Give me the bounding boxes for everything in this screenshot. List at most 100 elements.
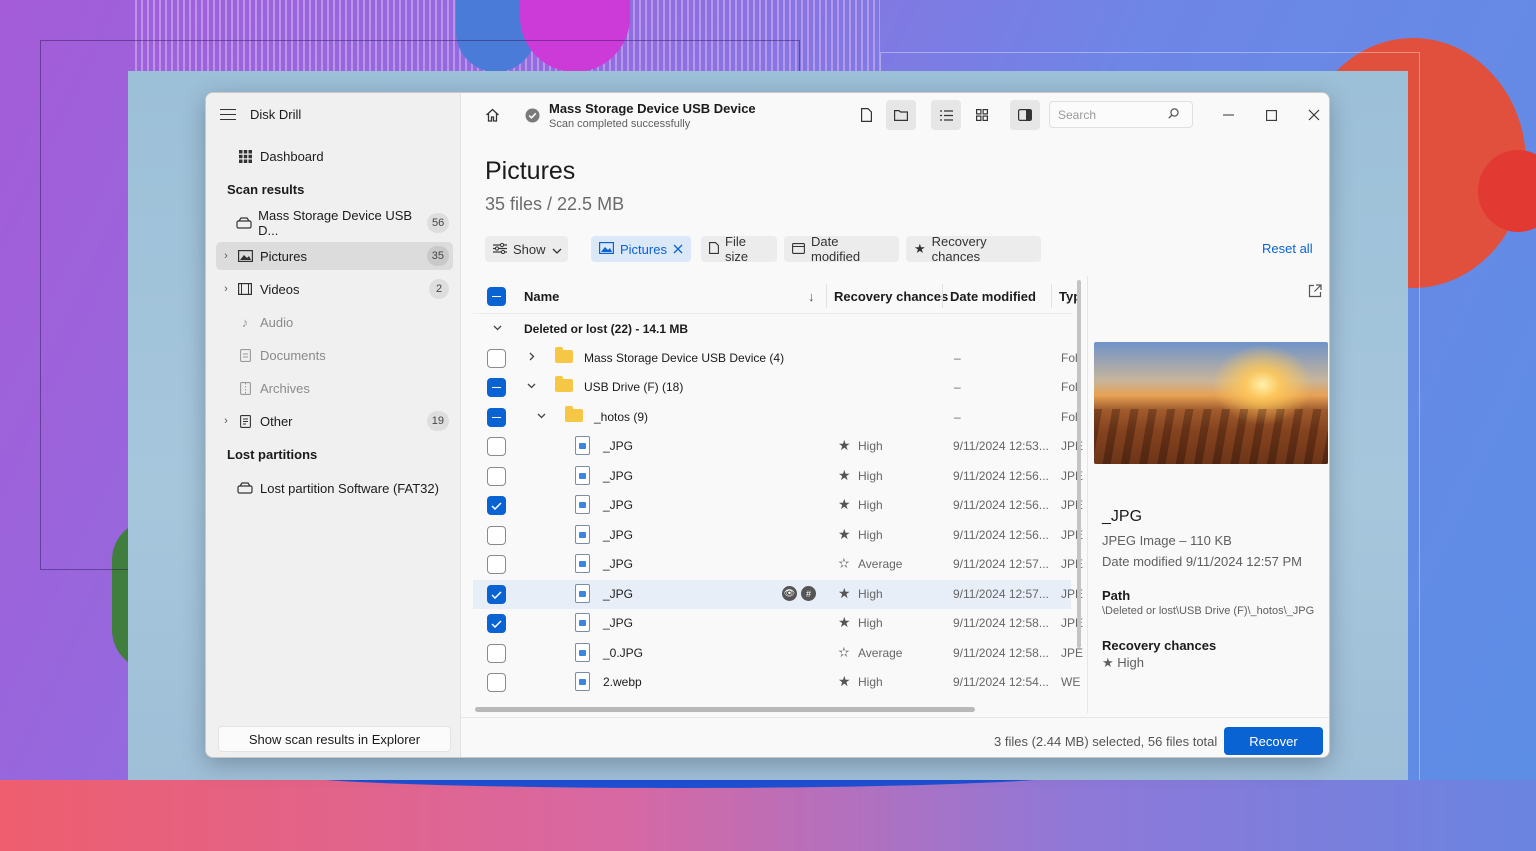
chevron-down-icon[interactable] (527, 381, 536, 392)
file-size-filter[interactable]: File size (701, 234, 777, 264)
horizontal-scrollbar[interactable] (475, 707, 975, 712)
table-row[interactable]: Mass Storage Device USB Device (4) – Fol (473, 344, 1078, 373)
table-row[interactable]: _JPG ★ High 9/11/2024 12:53... JPE (473, 432, 1083, 461)
row-checkbox[interactable] (487, 496, 506, 515)
preview-pane-icon[interactable] (1010, 100, 1040, 130)
image-file-icon (575, 672, 590, 691)
name-column-header[interactable]: Name (524, 289, 559, 304)
sidebar-item-documents[interactable]: Documents (216, 341, 453, 369)
hash-icon[interactable]: # (801, 586, 816, 601)
table-row[interactable]: _JPG ★ High 9/11/2024 12:56... JPE (473, 491, 1083, 520)
row-recovery: High (858, 528, 883, 542)
minimize-icon[interactable] (1213, 100, 1243, 130)
row-checkbox[interactable] (487, 408, 506, 427)
row-checkbox[interactable] (487, 467, 506, 486)
row-checkbox[interactable] (487, 437, 506, 456)
chevron-down-icon[interactable] (493, 323, 502, 334)
footer-bar: 3 files (2.44 MB) selected, 56 files tot… (461, 717, 1329, 757)
show-filter-button[interactable]: Show (485, 236, 568, 262)
archive-icon (236, 381, 254, 395)
row-date: 9/11/2024 12:57... (953, 587, 1049, 601)
row-name: _JPG (603, 587, 634, 601)
sidebar-item-other[interactable]: › Other 19 (216, 407, 453, 435)
search-input[interactable] (1058, 107, 1168, 122)
count-badge: 56 (427, 213, 449, 233)
table-row[interactable]: _JPG ✫ Average 9/11/2024 12:57... JPE (473, 550, 1083, 579)
home-icon[interactable] (477, 100, 507, 130)
document-icon (236, 348, 254, 362)
row-checkbox[interactable] (487, 349, 506, 368)
recovery-chances-filter[interactable]: ★ Recovery chances (906, 234, 1041, 264)
select-all-checkbox[interactable] (487, 287, 506, 306)
open-external-icon[interactable] (1308, 284, 1322, 301)
sliders-icon (493, 242, 507, 257)
list-view-icon[interactable] (931, 100, 961, 130)
recovery-column-header[interactable]: Recovery chances (834, 289, 948, 304)
close-icon[interactable] (673, 242, 683, 257)
table-row[interactable]: _hotos (9) – Fol (473, 403, 1078, 432)
sidebar-item-videos[interactable]: › Videos 2 (216, 275, 453, 303)
app-title: Disk Drill (250, 107, 302, 122)
sidebar-item-pictures[interactable]: › Pictures 35 (216, 242, 453, 270)
row-type: JPE (1061, 646, 1084, 660)
preview-pane: _JPG JPEG Image – 110 KB Date modified 9… (1087, 276, 1329, 713)
search-box[interactable] (1049, 101, 1193, 128)
sidebar-item-label: Lost partition Software (FAT32) (260, 480, 439, 496)
date-column-header[interactable]: Date modified (950, 289, 1036, 304)
row-name: _JPG (603, 439, 634, 453)
sidebar-item-archives[interactable]: Archives (216, 374, 453, 402)
table-row[interactable]: 2.webp ★ High 9/11/2024 12:54... WE (473, 668, 1080, 697)
sidebar-item-dashboard[interactable]: Dashboard (216, 142, 453, 170)
sort-down-icon[interactable]: ↓ (808, 289, 815, 304)
chevron-right-icon[interactable]: › (216, 415, 236, 427)
table-row[interactable]: _JPG 👁 # ★ High 9/11/2024 12:57... JPE (473, 580, 1083, 609)
chevron-down-icon[interactable] (537, 411, 546, 422)
chevron-right-icon[interactable]: › (216, 250, 236, 262)
sidebar-item-lost-partition[interactable]: Lost partition Software (FAT32) (216, 474, 453, 502)
row-date: 9/11/2024 12:54... (953, 675, 1049, 689)
star-icon: ★ (914, 241, 926, 256)
grid-view-icon[interactable] (967, 100, 997, 130)
row-checkbox[interactable] (487, 673, 506, 692)
file-icon[interactable] (851, 100, 881, 130)
chevron-right-icon[interactable]: › (216, 283, 236, 295)
maximize-icon[interactable] (1256, 100, 1286, 130)
row-checkbox[interactable] (487, 585, 506, 604)
pictures-filter-chip[interactable]: Pictures (591, 236, 691, 262)
file-table: Name ↓ Recovery chances Date modified Ty… (473, 276, 1083, 713)
folder-view-icon[interactable] (886, 100, 916, 130)
recover-button[interactable]: Recover (1224, 727, 1323, 755)
sidebar-item-audio[interactable]: ♪ Audio (216, 308, 453, 336)
image-file-icon (575, 436, 590, 455)
chevron-right-icon[interactable] (529, 352, 535, 364)
image-icon (599, 241, 615, 257)
row-checkbox[interactable] (487, 526, 506, 545)
row-date: – (954, 380, 961, 394)
table-row[interactable]: _JPG ★ High 9/11/2024 12:56... JPE (473, 521, 1083, 550)
top-bar: Mass Storage Device USB Device Scan comp… (461, 93, 1329, 137)
row-name: USB Drive (F) (18) (584, 380, 684, 394)
row-name: _JPG (603, 557, 634, 571)
group-label: Deleted or lost (22) - 14.1 MB (524, 322, 689, 336)
row-checkbox[interactable] (487, 644, 506, 663)
table-row[interactable]: _0.JPG ✫ Average 9/11/2024 12:58... JPE (473, 639, 1083, 668)
close-icon[interactable] (1299, 100, 1329, 130)
row-checkbox[interactable] (487, 614, 506, 633)
row-checkbox[interactable] (487, 378, 506, 397)
sidebar-item-device[interactable]: Mass Storage Device USB D... 56 (216, 208, 453, 238)
hamburger-menu-icon[interactable] (220, 108, 236, 121)
row-name: _JPG (603, 528, 634, 542)
reset-all-link[interactable]: Reset all (1262, 241, 1313, 256)
table-row[interactable]: _JPG ★ High 9/11/2024 12:58... JPE (473, 609, 1083, 638)
show-in-explorer-button[interactable]: Show scan results in Explorer (218, 726, 451, 752)
table-row[interactable]: _JPG ★ High 9/11/2024 12:56... JPE (473, 462, 1083, 491)
search-icon[interactable] (1168, 107, 1179, 122)
eye-icon[interactable]: 👁 (782, 586, 797, 601)
vertical-scrollbar[interactable] (1077, 280, 1081, 648)
table-row[interactable]: USB Drive (F) (18) – Fol (473, 373, 1078, 402)
group-row[interactable]: Deleted or lost (22) - 14.1 MB (473, 315, 1071, 344)
date-modified-filter[interactable]: Date modified (784, 234, 899, 264)
row-checkbox[interactable] (487, 555, 506, 574)
background-bottom (0, 780, 1536, 851)
sidebar-item-label: Dashboard (260, 148, 324, 164)
